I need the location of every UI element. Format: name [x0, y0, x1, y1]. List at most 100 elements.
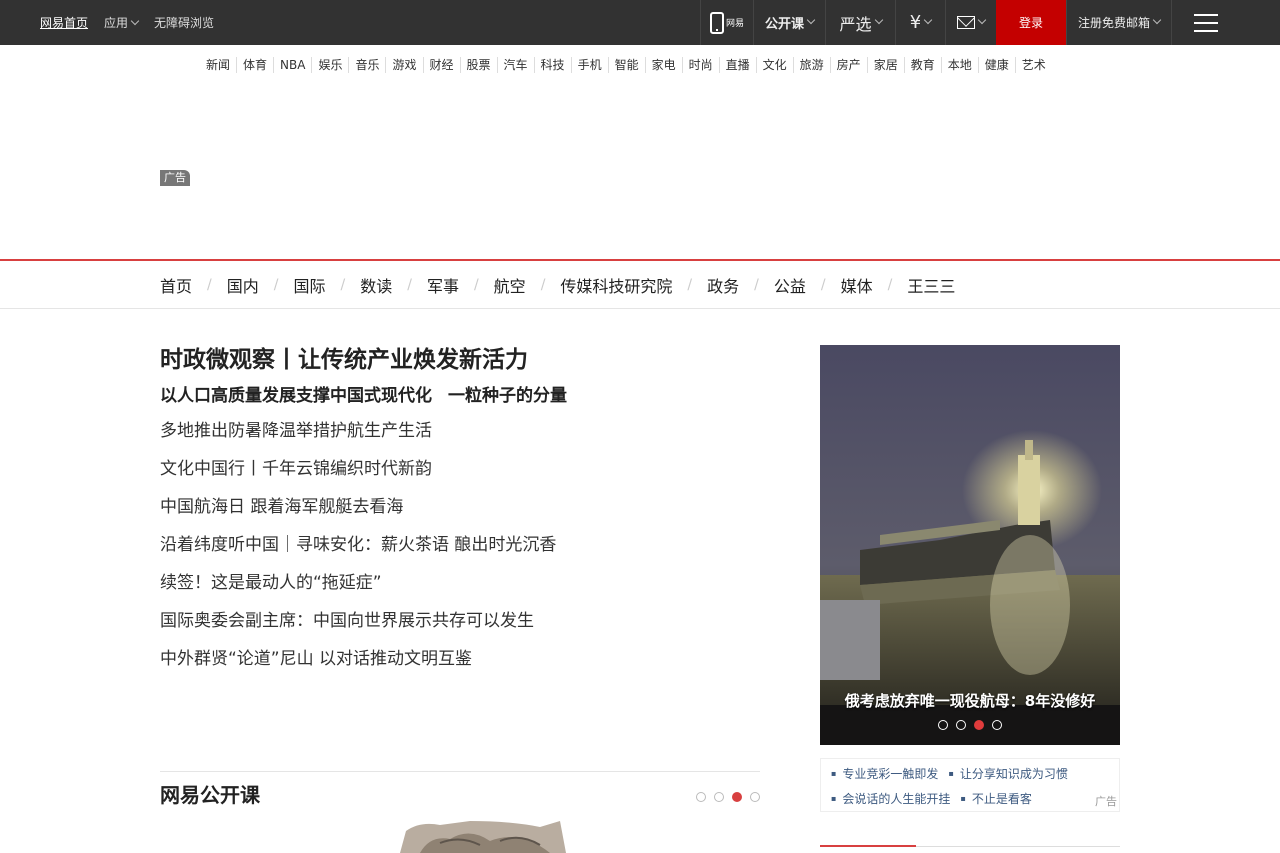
section-tab[interactable]: 航空 — [494, 273, 526, 297]
nav-separator: / — [540, 277, 546, 293]
section-divider — [160, 771, 760, 772]
open-course-thumbnail[interactable] — [400, 821, 568, 853]
login-button[interactable]: 登录 — [996, 0, 1066, 45]
news-item-link[interactable]: 多地推出防暑降温举措护航生产生活 — [160, 418, 556, 456]
mobile-app-button[interactable]: 网易 — [700, 0, 753, 45]
netease-home-link[interactable]: 网易首页 — [40, 14, 88, 31]
slide-dot[interactable] — [956, 720, 966, 730]
channel-link[interactable]: 教育 — [903, 57, 941, 73]
ad-label: 广告 — [1095, 795, 1117, 808]
slide-dot[interactable] — [992, 720, 1002, 730]
accessibility-link[interactable]: 无障碍浏览 — [154, 14, 214, 31]
mail-menu[interactable] — [945, 0, 996, 45]
statue-image — [400, 821, 568, 853]
open-course-title[interactable]: 网易公开课 — [160, 779, 260, 808]
photo-slideshow[interactable]: 俄考虑放弃唯一现役航母：8年没修好 — [820, 345, 1120, 745]
channel-link[interactable]: 汽车 — [496, 57, 534, 73]
slideshow-photo — [820, 345, 1120, 745]
channel-link[interactable]: NBA — [273, 57, 311, 73]
channel-link[interactable]: 体育 — [236, 57, 273, 73]
channel-link[interactable]: 房产 — [829, 57, 867, 73]
news-item-link[interactable]: 中外群贤“论道”尼山 以对话推动文明互鉴 — [160, 646, 556, 684]
channel-link[interactable]: 家居 — [866, 57, 904, 73]
chevron-down-icon — [130, 16, 140, 26]
sub-headline-link[interactable]: 一粒种子的分量 — [448, 386, 567, 406]
chevron-down-icon — [977, 15, 987, 24]
channel-link[interactable]: 游戏 — [385, 57, 422, 73]
finance-menu[interactable]: ¥ — [895, 0, 945, 45]
yanxuan-logo: 严选 — [839, 14, 872, 34]
channel-link[interactable]: 财经 — [422, 57, 460, 73]
channel-link[interactable]: 新闻 — [200, 57, 236, 73]
section-tab[interactable]: 国际 — [293, 273, 325, 297]
channel-link[interactable]: 时尚 — [681, 57, 719, 73]
nav-separator: / — [887, 277, 893, 293]
section-tab[interactable]: 军事 — [427, 273, 459, 297]
promo-links: 专业竞彩一触即发 让分享知识成为习惯 会说话的人生能开挂 不止是看客 广告 — [820, 758, 1120, 812]
carousel-dot-active[interactable] — [732, 792, 742, 802]
promo-link[interactable]: 专业竞彩一触即发 — [831, 765, 938, 782]
news-item-link[interactable]: 续签！这是最动人的“拖延症” — [160, 570, 556, 608]
section-tab[interactable]: 传媒科技研究院 — [560, 273, 672, 297]
channel-link[interactable]: 直播 — [718, 57, 756, 73]
top-headline-link[interactable]: 时政微观察丨让传统产业焕发新活力 — [160, 340, 528, 374]
ad-label: 广告 — [160, 170, 190, 186]
open-course-menu[interactable]: 公开课 — [753, 0, 825, 45]
section-tab[interactable]: 公益 — [774, 273, 806, 297]
news-list: 多地推出防暑降温举措护航生产生活 文化中国行丨千年云锦编织时代新韵 中国航海日 … — [160, 418, 556, 684]
channel-link[interactable]: 旅游 — [792, 57, 830, 73]
apps-label: 应用 — [104, 16, 129, 30]
channel-link[interactable]: 手机 — [570, 57, 608, 73]
sub-headline-link[interactable]: 以人口高质量发展支撑中国式现代化 — [160, 386, 432, 406]
nav-separator: / — [473, 277, 479, 293]
channel-link[interactable]: 科技 — [533, 57, 571, 73]
yanxuan-menu[interactable]: 严选 — [825, 0, 895, 45]
carousel-dot[interactable] — [750, 792, 760, 802]
channel-link[interactable]: 健康 — [977, 57, 1015, 73]
channel-link[interactable]: 智能 — [607, 57, 645, 73]
channel-link[interactable]: 本地 — [940, 57, 978, 73]
news-item-link[interactable]: 中国航海日 跟着海军舰艇去看海 — [160, 494, 556, 532]
section-tab[interactable]: 王三三 — [907, 273, 955, 297]
nav-separator: / — [687, 277, 693, 293]
mobile-app-label: 网易 — [725, 19, 744, 29]
nav-separator: / — [207, 277, 212, 293]
nav-separator: / — [407, 277, 412, 293]
section-tab[interactable]: 首页 — [160, 273, 192, 297]
carousel-dot[interactable] — [714, 792, 724, 802]
section-tab[interactable]: 媒体 — [841, 273, 873, 297]
slide-dot[interactable] — [938, 720, 948, 730]
promo-link[interactable]: 让分享知识成为习惯 — [948, 765, 1068, 782]
nav-separator: / — [273, 277, 279, 293]
promo-link[interactable]: 会说话的人生能开挂 — [831, 790, 950, 807]
channel-link[interactable]: 娱乐 — [311, 57, 348, 73]
section-tab[interactable]: 政务 — [707, 273, 739, 297]
hamburger-menu-button[interactable] — [1172, 0, 1240, 45]
section-tab[interactable]: 国内 — [227, 273, 259, 297]
channel-link[interactable]: 文化 — [755, 57, 793, 73]
chevron-down-icon — [806, 15, 816, 24]
channel-link[interactable]: 艺术 — [1014, 57, 1052, 73]
slideshow-caption[interactable]: 俄考虑放弃唯一现役航母：8年没修好 — [820, 690, 1120, 711]
mail-icon — [957, 16, 975, 29]
channel-link[interactable]: 股票 — [459, 57, 497, 73]
channel-links: 新闻 体育 NBA 娱乐 音乐 游戏 财经 股票 汽车 科技 手机 智能 家电 … — [200, 57, 1052, 73]
news-item-link[interactable]: 国际奥委会副主席：中国向世界展示共存可以发生 — [160, 608, 556, 646]
slide-dot-active[interactable] — [974, 720, 984, 730]
channel-link[interactable]: 家电 — [644, 57, 682, 73]
yen-icon: ¥ — [909, 12, 922, 33]
news-item-link[interactable]: 文化中国行丨千年云锦编织时代新韵 — [160, 456, 556, 494]
register-mail-label: 注册免费邮箱 — [1077, 16, 1150, 30]
top-bar: 网易首页 应用 无障碍浏览 网易 公开课 严选 ¥ 登录 注册免费邮箱 — [0, 0, 1280, 45]
section-tab[interactable]: 数读 — [360, 273, 392, 297]
menu-icon — [1194, 13, 1218, 32]
sub-headlines: 以人口高质量发展支撑中国式现代化 一粒种子的分量 — [160, 381, 567, 406]
apps-menu[interactable]: 应用 — [104, 14, 140, 31]
news-item-link[interactable]: 沿着纬度听中国｜寻味安化：薪火茶语 酿出时光沉香 — [160, 532, 556, 570]
chevron-down-icon — [923, 15, 933, 24]
channel-link[interactable]: 音乐 — [348, 57, 385, 73]
promo-link[interactable]: 不止是看客 — [960, 790, 1032, 807]
slideshow-pagination — [820, 720, 1120, 730]
carousel-dot[interactable] — [696, 792, 706, 802]
register-mail-menu[interactable]: 注册免费邮箱 — [1066, 0, 1172, 45]
